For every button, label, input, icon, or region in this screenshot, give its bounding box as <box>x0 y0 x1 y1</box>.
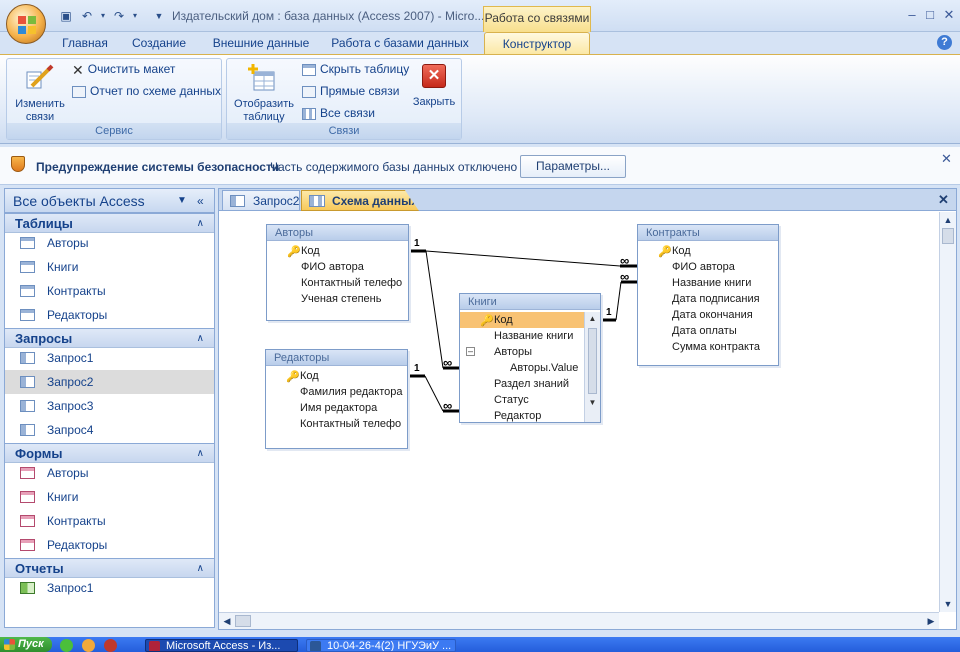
key-icon: 🔑 <box>287 246 301 258</box>
field-row[interactable]: Название книги <box>638 275 778 291</box>
field-label: Дата оплаты <box>672 325 737 337</box>
relation-one-label: 1 <box>414 363 420 374</box>
relation-many-label: ∞ <box>443 355 453 370</box>
field-label: Ученая степень <box>301 293 382 305</box>
quicklaunch-icon[interactable] <box>104 639 117 652</box>
field-label: Код <box>300 370 319 382</box>
field-row[interactable]: Статус <box>460 392 584 408</box>
scroll-left-icon[interactable]: ◀ <box>219 613 235 629</box>
quicklaunch-icon[interactable] <box>82 639 95 652</box>
field-row[interactable]: Дата подписания <box>638 291 778 307</box>
field-row[interactable]: Контактный телефо <box>267 275 408 291</box>
field-row[interactable]: ФИО автора <box>638 259 778 275</box>
field-label: Фамилия редактора <box>300 386 403 398</box>
taskbar <box>0 637 960 652</box>
field-row[interactable]: Дата окончания <box>638 307 778 323</box>
field-row[interactable]: Контактный телефо <box>266 416 407 432</box>
field-label: Статус <box>494 394 529 406</box>
key-icon: 🔑 <box>480 315 494 327</box>
field-row[interactable]: ФИО автора <box>267 259 408 275</box>
table-editors[interactable]: Редакторы 🔑 Код Фамилия редактора Имя ред… <box>265 349 408 449</box>
horizontal-scrollbar[interactable]: ◀ ▶ <box>219 612 939 629</box>
field-label: Сумма контракта <box>672 341 760 353</box>
scroll-thumb[interactable] <box>942 228 954 244</box>
field-label: Код <box>672 245 691 257</box>
table-scrollbar[interactable]: ▲ ▼ <box>584 312 600 422</box>
table-title: Контракты <box>638 225 778 241</box>
field-row[interactable]: 🔑 Код <box>638 243 778 259</box>
collapse-icon[interactable]: – <box>466 347 475 356</box>
field-label: Дата подписания <box>672 293 760 305</box>
field-row[interactable]: Фамилия редактора <box>266 384 407 400</box>
table-title: Редакторы <box>266 350 407 366</box>
taskbar-button-access[interactable]: Microsoft Access - Из... <box>145 639 298 652</box>
field-label: ФИО автора <box>672 261 735 273</box>
field-label: Раздел знаний <box>494 378 570 390</box>
relation-many-label: ∞ <box>620 269 630 284</box>
field-label: Код <box>301 245 320 257</box>
table-authors[interactable]: Авторы 🔑 Код ФИО автора Контактный телефо… <box>266 224 409 321</box>
start-button[interactable]: Пуск <box>0 637 52 652</box>
field-row-selected[interactable]: 🔑 Код <box>460 312 584 328</box>
key-icon: 🔑 <box>658 246 672 258</box>
relation-one-label: 1 <box>606 307 612 318</box>
field-label: Название книги <box>672 277 752 289</box>
field-row[interactable]: Дата оплаты <box>638 323 778 339</box>
field-label: Авторы.Value <box>510 362 579 374</box>
taskbar-button-label: 10-04-26-4(2) НГУЭиУ ... <box>327 640 452 652</box>
scroll-right-icon[interactable]: ▶ <box>923 613 939 629</box>
word-icon <box>310 641 321 651</box>
office-logo-icon <box>18 16 36 34</box>
field-row[interactable]: 🔑 Код <box>267 243 408 259</box>
scroll-thumb[interactable] <box>588 328 597 394</box>
field-row[interactable]: – Авторы <box>460 344 584 360</box>
quicklaunch-icon[interactable] <box>60 639 73 652</box>
scroll-up-icon[interactable]: ▲ <box>940 212 956 228</box>
field-row[interactable]: Сумма контракта <box>638 339 778 355</box>
scroll-thumb[interactable] <box>235 615 251 627</box>
field-row[interactable]: Имя редактора <box>266 400 407 416</box>
key-icon: 🔑 <box>286 371 300 383</box>
field-label: Имя редактора <box>300 402 378 414</box>
field-row[interactable]: 🔑 Код <box>266 368 407 384</box>
table-title: Авторы <box>267 225 408 241</box>
relation-one-label: 1 <box>414 238 420 249</box>
taskbar-button-label: Microsoft Access - Из... <box>166 640 281 652</box>
field-label: Контактный телефо <box>300 418 402 430</box>
field-row[interactable]: Редактор <box>460 408 584 422</box>
field-label: Код <box>494 314 513 326</box>
taskbar-button-word[interactable]: 10-04-26-4(2) НГУЭиУ ... <box>306 639 456 652</box>
start-label: Пуск <box>18 638 44 650</box>
field-label: Авторы <box>494 346 532 358</box>
field-row[interactable]: Ученая степень <box>267 291 408 307</box>
windows-logo-icon <box>4 639 15 650</box>
office-button[interactable] <box>6 4 46 44</box>
table-contracts[interactable]: Контракты 🔑 Код ФИО автора Название книги… <box>637 224 779 366</box>
relation-many-label: ∞ <box>443 398 453 413</box>
scroll-up-icon[interactable]: ▲ <box>585 312 600 326</box>
field-row[interactable]: Авторы.Value <box>460 360 584 376</box>
table-title: Книги <box>460 294 600 310</box>
scroll-down-icon[interactable]: ▼ <box>940 596 956 612</box>
field-row[interactable]: Название книги <box>460 328 584 344</box>
field-label: Название книги <box>494 330 574 342</box>
relation-many-label: ∞ <box>620 253 630 268</box>
field-label: Дата окончания <box>672 309 753 321</box>
field-row[interactable]: Раздел знаний <box>460 376 584 392</box>
table-books[interactable]: Книги 🔑 Код Название книги – Авторы Авторы… <box>459 293 601 423</box>
field-label: Контактный телефо <box>301 277 403 289</box>
field-label: Редактор <box>494 410 542 422</box>
scroll-down-icon[interactable]: ▼ <box>585 396 600 410</box>
access-icon <box>149 641 160 651</box>
vertical-scrollbar[interactable]: ▲ ▼ <box>939 212 956 612</box>
field-label: ФИО автора <box>301 261 364 273</box>
